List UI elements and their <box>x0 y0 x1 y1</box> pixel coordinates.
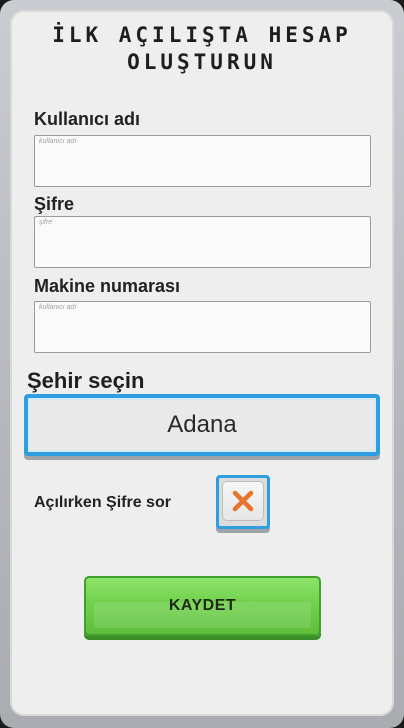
username-field[interactable] <box>34 135 371 187</box>
toggle-face <box>223 482 263 520</box>
close-icon <box>232 490 254 512</box>
save-button-label: KAYDET <box>168 597 237 614</box>
city-dropdown[interactable]: Adana <box>24 394 380 456</box>
page-title: İLK AÇILIŞTA HESAP OLUŞTURUN <box>0 22 404 76</box>
title-line-2: OLUŞTURUN <box>127 50 277 74</box>
city-selected-value: Adana <box>167 411 237 438</box>
machine-number-field[interactable] <box>34 301 371 353</box>
save-button[interactable]: KAYDET <box>84 576 321 636</box>
password-field[interactable] <box>34 216 371 268</box>
ask-password-label: Açılırken Şifre sor <box>34 494 171 511</box>
password-label: Şifre <box>34 194 75 214</box>
title-line-1: İLK AÇILIŞTA HESAP <box>52 23 352 47</box>
city-label: Şehir seçin <box>27 368 145 393</box>
ask-password-toggle[interactable] <box>216 475 270 529</box>
username-label: Kullanıcı adı <box>34 109 141 129</box>
machine-number-label: Makine numarası <box>34 276 181 296</box>
